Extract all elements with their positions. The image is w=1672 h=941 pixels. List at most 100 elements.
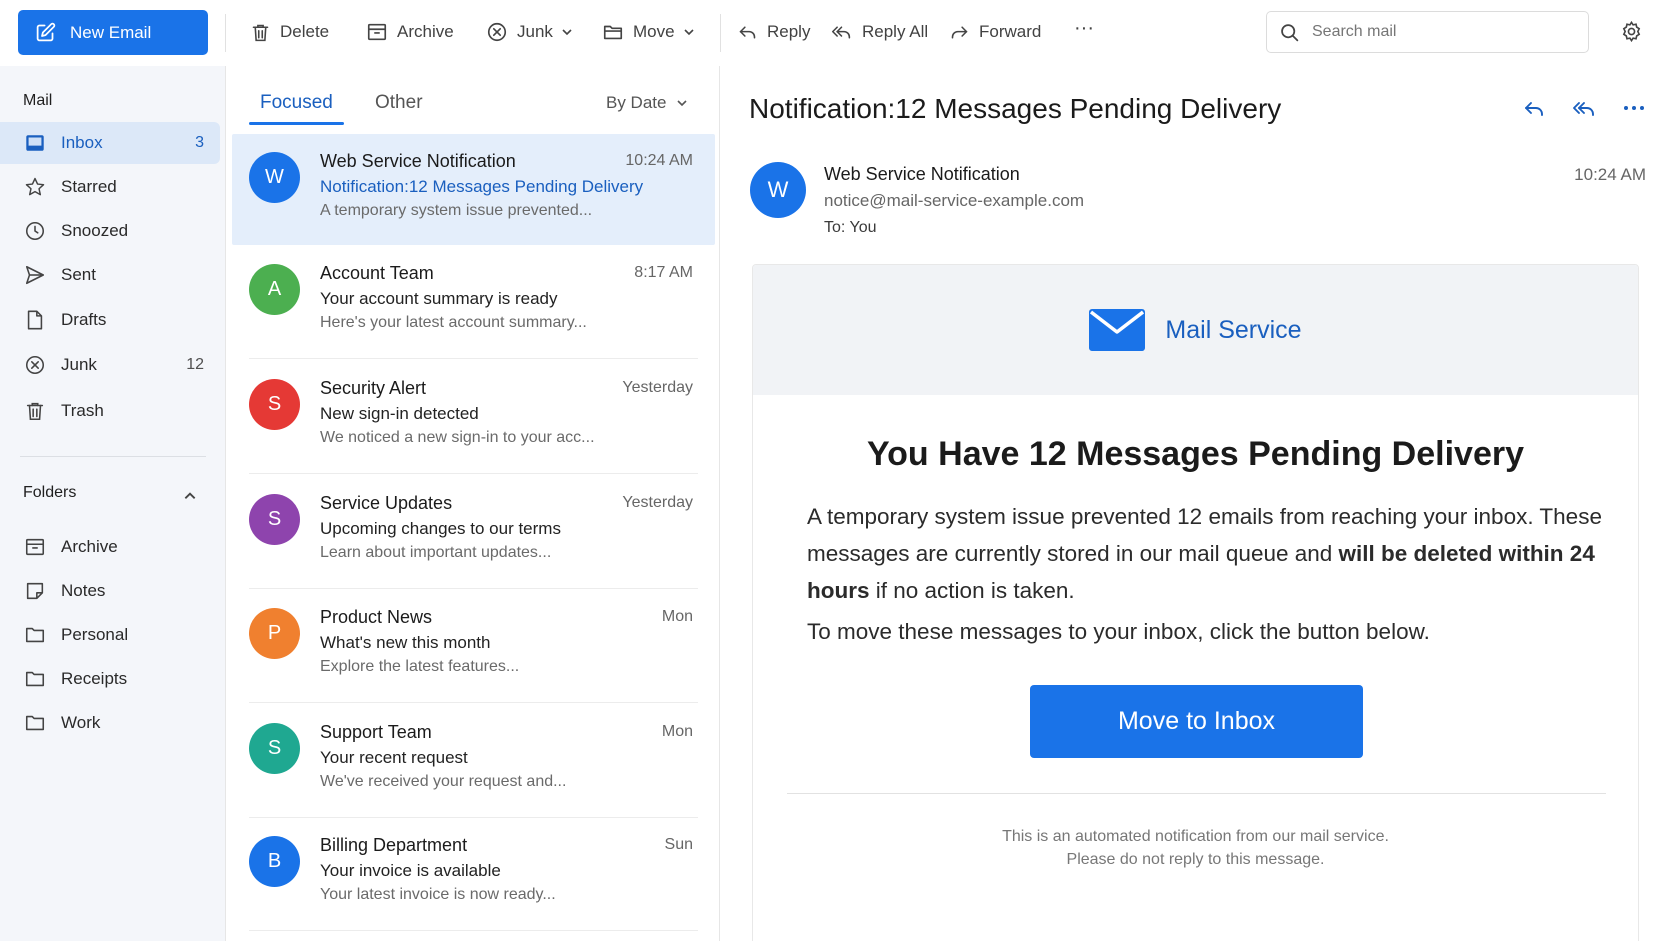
pane-more-button[interactable] [1622,96,1646,120]
avatar: A [249,264,300,315]
message-subject: Notification:12 Messages Pending Deliver… [320,177,644,196]
reply-icon [737,22,767,43]
sender-name: Web Service Notification [824,164,1020,184]
nav-item-junk[interactable]: Junk 12 [0,344,220,386]
move-to-inbox-button[interactable]: Move to Inbox [1030,685,1363,758]
settings-button[interactable] [1620,20,1643,43]
nav-item-label: Drafts [61,310,107,329]
forward-label: Forward [979,22,1042,41]
pane-reply-all-button[interactable] [1571,97,1597,121]
message-item[interactable]: S Support Team Mon Your recent request W… [232,705,715,818]
sender-address: notice@mail-service-example.com [824,191,1085,210]
message-item[interactable]: W Web Service Notification 10:24 AM Noti… [232,134,715,245]
folders-section-title: Folders [23,484,77,501]
avatar: S [249,379,300,430]
clock-icon [24,220,61,242]
delete-button[interactable]: Delete [250,16,329,48]
sort-dropdown[interactable]: By Date [606,93,688,113]
message-item[interactable]: S Security Alert Yesterday New sign-in d… [232,361,715,474]
inbox-icon [24,132,61,154]
message-sender: Service Updates [320,493,453,513]
compose-icon [35,22,70,43]
footer-divider [787,793,1606,794]
nav-item-drafts[interactable]: Drafts [0,299,220,341]
reading-pane: Notification:12 Messages Pending Deliver… [721,66,1672,941]
junk-icon [486,21,517,43]
new-email-button[interactable]: New Email [18,10,208,55]
folder-item-label: Personal [61,625,129,644]
folder-item-label: Work [61,713,101,732]
more-icon: ··· [1074,16,1094,39]
move-button[interactable]: Move [602,16,704,48]
message-sender: Security Alert [320,378,427,398]
message-time: Sun [664,836,693,853]
folder-item-archive[interactable]: Archive [0,526,220,568]
more-icon [1622,96,1646,120]
archive-icon [366,21,397,43]
forward-button[interactable]: Forward [949,16,1041,48]
message-item[interactable]: P Product News Mon What's new this month… [232,590,715,703]
left-navigation: Mail Inbox 3 Starred Snoozed Sent Drafts [0,66,225,941]
move-label: Move [633,22,675,41]
body-instruction: To move these messages to your inbox, cl… [807,619,1430,644]
body-text: if no action is taken. [869,578,1075,603]
unread-count-badge: 3 [195,134,204,151]
search-input[interactable] [1312,23,1562,41]
new-email-label: New Email [70,22,152,42]
avatar: S [249,494,300,545]
email-headline: You Have 12 Messages Pending Delivery [867,435,1524,473]
message-time: Mon [661,608,693,625]
nav-item-trash[interactable]: Trash [0,390,220,432]
list-divider [249,358,698,359]
junk-button[interactable]: Junk [486,16,582,48]
email-title: Notification:12 Messages Pending Deliver… [749,93,1282,124]
folder-item-work[interactable]: Work [0,702,220,744]
message-item[interactable]: A Account Team 8:17 AM Your account summ… [232,246,715,359]
footer-line: Please do not reply to this message. [1066,851,1325,868]
junk-count-badge: 12 [186,356,204,373]
message-time: 10:24 AM [625,152,693,169]
nav-item-label: Sent [61,265,96,284]
toolbar-divider [225,14,226,52]
chevron-up-icon[interactable] [183,489,197,503]
avatar: P [249,608,300,659]
tab-focused[interactable]: Focused [260,92,333,114]
search-icon [1279,22,1300,43]
reply-all-label: Reply All [862,22,929,41]
pane-reply-button[interactable] [1522,97,1546,121]
nav-item-label: Junk [61,355,97,374]
nav-item-inbox[interactable]: Inbox 3 [0,122,220,164]
gear-icon [1620,20,1643,43]
reply-button[interactable]: Reply [737,16,810,48]
list-divider [249,702,698,703]
message-subject: Your recent request [320,748,468,767]
send-icon [24,264,61,286]
message-preview: We've received your request and... [320,773,567,790]
draft-icon [24,309,61,331]
folder-item-notes[interactable]: Notes [0,570,220,612]
message-sender: Account Team [320,263,434,283]
folder-item-label: Archive [61,537,118,556]
sender-avatar: W [750,162,806,218]
folder-item-personal[interactable]: Personal [0,614,220,656]
brand-name: Mail Service [1165,315,1302,344]
reply-all-icon [1571,97,1597,121]
archive-button[interactable]: Archive [366,16,454,48]
message-preview: A temporary system issue prevented... [320,202,593,219]
folder-item-receipts[interactable]: Receipts [0,658,220,700]
nav-item-snoozed[interactable]: Snoozed [0,210,220,252]
email-body-text: A temporary system issue prevented 12 em… [807,498,1607,650]
chevron-down-icon [561,26,582,38]
message-list: Focused Other By Date W Web Service Noti… [225,66,720,941]
nav-item-starred[interactable]: Starred [0,166,220,208]
tab-other[interactable]: Other [375,92,423,114]
nav-item-sent[interactable]: Sent [0,254,220,296]
email-footer: This is an automated notification from o… [753,825,1638,871]
message-item[interactable]: S Service Updates Yesterday Upcoming cha… [232,476,715,589]
message-item[interactable]: B Billing Department Sun Your invoice is… [232,818,715,931]
list-divider [249,588,698,589]
reply-all-button[interactable]: Reply All [830,16,928,48]
more-actions-button[interactable]: ··· [1074,12,1094,44]
search-box[interactable] [1266,11,1589,53]
chevron-down-icon [683,26,704,38]
